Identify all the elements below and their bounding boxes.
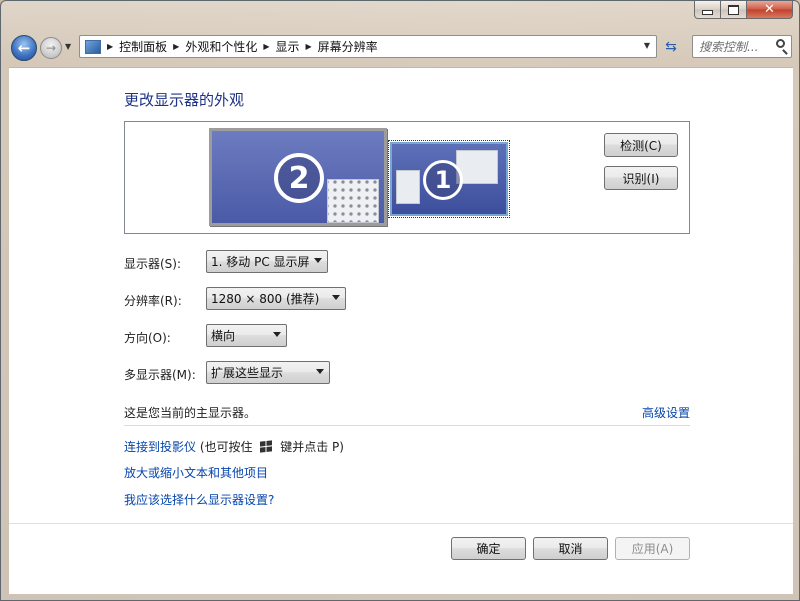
back-button[interactable]: ←: [11, 35, 37, 61]
divider: [124, 425, 690, 426]
caption-buttons: ✕: [694, 1, 793, 20]
monitor-number-badge: 1: [423, 160, 463, 200]
search-box[interactable]: [692, 35, 792, 58]
chevron-down-icon: [332, 295, 340, 300]
maximize-icon: [728, 4, 739, 15]
windows-logo-icon: [260, 440, 273, 453]
window-thumbnail: [327, 179, 379, 223]
close-button[interactable]: ✕: [747, 1, 793, 19]
forward-button[interactable]: →: [40, 37, 62, 59]
advanced-settings-link[interactable]: 高级设置: [642, 404, 690, 421]
display-preview: 2 1 检测(C) 识别(I): [124, 121, 690, 234]
monitor-2[interactable]: 2: [209, 128, 387, 226]
page-title: 更改显示器的外观: [124, 91, 245, 109]
orientation-label: 方向(O):: [124, 331, 171, 345]
breadcrumb-screen-resolution[interactable]: 屏幕分辨率: [318, 38, 378, 55]
apply-button[interactable]: 应用(A): [615, 537, 690, 560]
resolution-select-value: 1280 × 800 (推荐): [211, 292, 320, 306]
monitor-1[interactable]: 1: [388, 140, 510, 218]
back-arrow-icon: ←: [17, 39, 31, 57]
window-thumbnail: [396, 170, 420, 204]
detect-button[interactable]: 检测(C): [604, 133, 678, 157]
resolution-select[interactable]: 1280 × 800 (推荐): [206, 287, 346, 310]
orientation-select-value: 横向: [211, 329, 236, 343]
display-settings-help-link[interactable]: 我应该选择什么显示器设置?: [124, 491, 274, 508]
multi-display-select[interactable]: 扩展这些显示: [206, 361, 330, 384]
projector-hint-suffix: 键并点击 P): [280, 440, 344, 454]
ok-button[interactable]: 确定: [451, 537, 526, 560]
cancel-button[interactable]: 取消: [533, 537, 608, 560]
refresh-button[interactable]: ⇆: [660, 35, 682, 58]
footer-divider: [9, 523, 793, 524]
chevron-down-icon: [273, 332, 281, 337]
multi-display-select-value: 扩展这些显示: [211, 366, 284, 380]
projector-row: 连接到投影仪 (也可按住 键并点击 P): [124, 438, 344, 455]
address-bar[interactable]: ▶ 控制面板 ▶ 外观和个性化 ▶ 显示 ▶ 屏幕分辨率 ▼: [79, 35, 657, 58]
resolution-label: 分辨率(R):: [124, 294, 182, 308]
close-icon: ✕: [764, 2, 775, 17]
chevron-right-icon[interactable]: ▶: [107, 42, 113, 51]
refresh-icon: ⇆: [665, 38, 677, 55]
breadcrumb-display[interactable]: 显示: [276, 38, 300, 55]
maximize-button[interactable]: [721, 1, 747, 19]
chevron-right-icon[interactable]: ▶: [173, 42, 179, 51]
content-pane: 更改显示器的外观 2 1 检测(C) 识别(I) 显示器(S): 1. 移动 P…: [9, 67, 793, 594]
recent-pages-dropdown[interactable]: ▼: [65, 43, 75, 51]
monitor-number-badge: 2: [274, 153, 324, 203]
chevron-down-icon: [314, 258, 322, 263]
chevron-right-icon[interactable]: ▶: [306, 42, 312, 51]
display-select-value: 1. 移动 PC 显示屏: [211, 255, 310, 269]
projector-hint-prefix: (也可按住: [199, 440, 253, 454]
chevron-right-icon[interactable]: ▶: [263, 42, 269, 51]
text-size-link[interactable]: 放大或缩小文本和其他项目: [124, 464, 268, 481]
search-input[interactable]: [699, 39, 769, 54]
breadcrumb-appearance[interactable]: 外观和个性化: [185, 38, 257, 55]
breadcrumb-control-panel[interactable]: 控制面板: [119, 38, 167, 55]
display-select[interactable]: 1. 移动 PC 显示屏: [206, 250, 328, 273]
search-icon[interactable]: [776, 39, 785, 48]
window-frame: ✕ ← → ▼ ▶ 控制面板 ▶ 外观和个性化 ▶ 显示 ▶ 屏幕分辨率 ▼ ⇆…: [0, 0, 800, 601]
connect-projector-link[interactable]: 连接到投影仪: [124, 440, 196, 454]
chevron-down-icon[interactable]: ▼: [644, 41, 650, 50]
multi-display-label: 多显示器(M):: [124, 368, 196, 382]
minimize-icon: [702, 10, 713, 15]
chevron-down-icon: [316, 369, 324, 374]
primary-display-status: 这是您当前的主显示器。: [124, 406, 257, 420]
orientation-select[interactable]: 横向: [206, 324, 287, 347]
control-panel-icon: [85, 39, 101, 54]
display-label: 显示器(S):: [124, 257, 182, 271]
minimize-button[interactable]: [694, 1, 721, 19]
identify-button[interactable]: 识别(I): [604, 166, 678, 190]
forward-arrow-icon: →: [45, 41, 57, 55]
